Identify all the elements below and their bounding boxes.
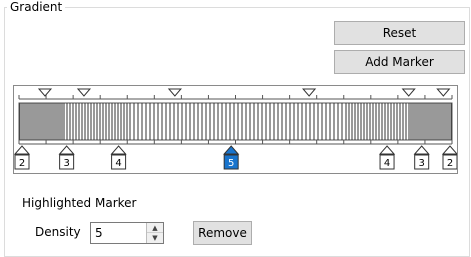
top-marker-icon — [37, 88, 53, 97]
marker-label: 3 — [63, 158, 69, 169]
marker-label: 5 — [228, 158, 234, 169]
top-marker-icon — [76, 88, 92, 97]
triangle-down-icon[interactable]: ▼ — [147, 233, 163, 243]
marker-label: 4 — [115, 158, 121, 169]
bottom-marker-icon — [378, 145, 396, 155]
bottom-marker-icon — [58, 145, 75, 155]
bottom-marker-icon — [14, 145, 31, 155]
triangle-up-icon[interactable]: ▲ — [147, 223, 163, 233]
remove-button[interactable]: Remove — [193, 221, 252, 245]
reset-button[interactable]: Reset — [334, 21, 465, 45]
group-title: Gradient — [7, 0, 66, 14]
density-label: Density — [35, 225, 81, 239]
top-marker-icon — [401, 88, 416, 97]
bottom-marker-icon — [413, 145, 430, 155]
bottom-marker-icon — [223, 145, 240, 155]
density-value[interactable]: 5 — [95, 226, 103, 240]
top-marker-icon — [436, 88, 451, 97]
marker-label: 2 — [19, 158, 25, 169]
marker-label: 2 — [447, 158, 453, 169]
spin-buttons[interactable]: ▲ ▼ — [146, 223, 163, 243]
bottom-marker-icon — [110, 145, 127, 155]
bottom-marker-icon — [441, 145, 457, 155]
gradient-editor[interactable]: 2 3 4 5 4 3 2 — [14, 86, 457, 173]
gradient-panel[interactable]: 2 3 4 5 4 3 2 — [13, 85, 458, 174]
density-spinner[interactable]: 5 ▲ ▼ — [90, 222, 164, 244]
marker-label: 3 — [419, 158, 425, 169]
add-marker-button[interactable]: Add Marker — [334, 50, 465, 74]
top-marker-icon — [167, 88, 182, 97]
highlighted-marker-heading: Highlighted Marker — [22, 196, 137, 210]
gradient-band — [18, 102, 453, 141]
top-marker-icon — [302, 88, 317, 97]
marker-label: 4 — [384, 158, 390, 169]
